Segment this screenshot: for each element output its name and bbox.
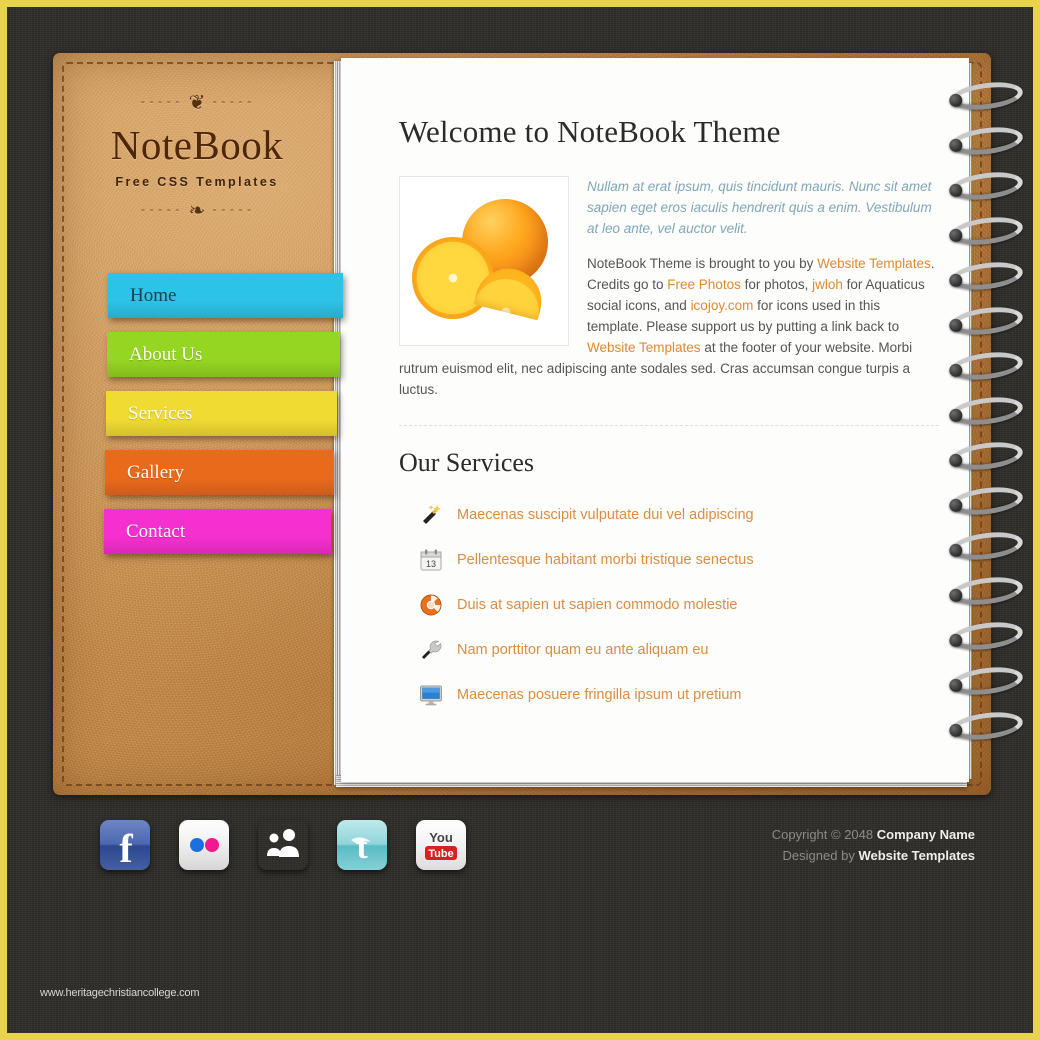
spiral-binding bbox=[949, 78, 1040, 773]
spiral-ring bbox=[949, 708, 1025, 744]
monitor-icon bbox=[419, 683, 443, 707]
spiral-ring bbox=[949, 618, 1025, 654]
spiral-ring bbox=[949, 663, 1025, 699]
calendar-icon: 13 bbox=[419, 548, 443, 572]
youtube-icon[interactable]: You Tube bbox=[416, 820, 466, 870]
spiral-ring bbox=[949, 348, 1025, 384]
flickr-icon[interactable] bbox=[179, 820, 229, 870]
main-navigation: Home About Us Services Gallery Contact bbox=[53, 273, 343, 554]
svg-text:Tube: Tube bbox=[428, 848, 453, 860]
spiral-ring bbox=[949, 438, 1025, 474]
logo-block: ----- ❦ ----- NoteBook Free CSS Template… bbox=[53, 53, 341, 221]
service-item: 13 Pellentesque habitant morbi tristique … bbox=[399, 537, 939, 582]
page-title: Welcome to NoteBook Theme bbox=[399, 114, 781, 149]
nav-item-about-us[interactable]: About Us bbox=[107, 332, 340, 377]
oranges-photo bbox=[399, 176, 569, 346]
site-subtitle: Free CSS Templates bbox=[115, 175, 279, 189]
copyright: Copyright © 2048 Company Name Designed b… bbox=[772, 824, 975, 866]
service-item: Maecenas posuere fringilla ipsum ut pret… bbox=[399, 672, 939, 717]
service-item: Nam porttitor quam eu ante aliquam eu bbox=[399, 627, 939, 672]
magic-wand-icon bbox=[419, 503, 443, 527]
svg-text:You: You bbox=[429, 830, 453, 845]
designed-prefix: Designed by bbox=[782, 848, 859, 863]
content-body: Welcome to NoteBook Theme Nullam at erat… bbox=[341, 58, 969, 717]
sidebar: ----- ❦ ----- NoteBook Free CSS Template… bbox=[53, 53, 343, 795]
link-jwloh[interactable]: jwloh bbox=[812, 277, 843, 292]
body-text-1: NoteBook Theme is brought to you by bbox=[587, 256, 818, 271]
nav-item-services[interactable]: Services bbox=[106, 391, 337, 436]
link-free-photos[interactable]: Free Photos bbox=[667, 277, 741, 292]
copyright-prefix: Copyright © 2048 bbox=[771, 827, 877, 842]
spiral-ring bbox=[949, 78, 1025, 114]
twitter-icon[interactable]: t bbox=[337, 820, 387, 870]
spiral-ring bbox=[949, 213, 1025, 249]
link-website-templates-1[interactable]: Website Templates bbox=[817, 256, 931, 271]
designer-name: Website Templates bbox=[858, 848, 975, 863]
link-icojoy[interactable]: icojoy.com bbox=[691, 298, 754, 313]
spiral-ring bbox=[949, 573, 1025, 609]
notebook: ----- ❦ ----- NoteBook Free CSS Template… bbox=[53, 53, 1025, 795]
ornament-top-icon: ----- ❦ ----- bbox=[139, 92, 255, 114]
wrench-icon bbox=[419, 638, 443, 662]
spiral-ring bbox=[949, 528, 1025, 564]
section-divider bbox=[399, 425, 939, 426]
lifebuoy-icon bbox=[419, 593, 443, 617]
service-link[interactable]: Pellentesque habitant morbi tristique se… bbox=[457, 552, 754, 568]
body-text-3: for photos, bbox=[740, 277, 813, 292]
service-link[interactable]: Nam porttitor quam eu ante aliquam eu bbox=[457, 642, 708, 658]
service-link[interactable]: Duis at sapien ut sapien commodo molesti… bbox=[457, 597, 737, 613]
services-list: Maecenas suscipit vulputate dui vel adip… bbox=[399, 492, 939, 717]
nav-item-home[interactable]: Home bbox=[108, 273, 343, 318]
content-page: Welcome to NoteBook Theme Nullam at erat… bbox=[341, 58, 969, 782]
myspace-icon[interactable] bbox=[258, 820, 308, 870]
services-title: Our Services bbox=[399, 448, 535, 477]
facebook-icon[interactable]: f bbox=[100, 820, 150, 870]
link-website-templates-2[interactable]: Website Templates bbox=[587, 340, 701, 355]
service-item: Maecenas suscipit vulputate dui vel adip… bbox=[399, 492, 939, 537]
spiral-ring bbox=[949, 483, 1025, 519]
social-links: f t You Tube bbox=[100, 820, 466, 870]
spiral-ring bbox=[949, 123, 1025, 159]
company-name: Company Name bbox=[876, 827, 975, 842]
spiral-ring bbox=[949, 258, 1025, 294]
svg-text:t: t bbox=[356, 829, 368, 866]
nav-item-contact[interactable]: Contact bbox=[104, 509, 331, 554]
ornament-bottom-icon: ----- ❧ ----- bbox=[139, 200, 255, 222]
watermark: www.heritagechristiancollege.com bbox=[40, 987, 200, 999]
nav-item-gallery[interactable]: Gallery bbox=[105, 450, 334, 495]
service-link[interactable]: Maecenas posuere fringilla ipsum ut pret… bbox=[457, 687, 742, 703]
spiral-ring bbox=[949, 393, 1025, 429]
spiral-ring bbox=[949, 168, 1025, 204]
service-link[interactable]: Maecenas suscipit vulputate dui vel adip… bbox=[457, 507, 754, 523]
footer: f t You Tube Copyright © 2048 Company Name … bbox=[53, 812, 991, 892]
service-item: Duis at sapien ut sapien commodo molesti… bbox=[399, 582, 939, 627]
svg-text:f: f bbox=[119, 826, 133, 870]
svg-text:13: 13 bbox=[426, 559, 436, 569]
site-title: NoteBook bbox=[110, 122, 284, 168]
spiral-ring bbox=[949, 303, 1025, 339]
